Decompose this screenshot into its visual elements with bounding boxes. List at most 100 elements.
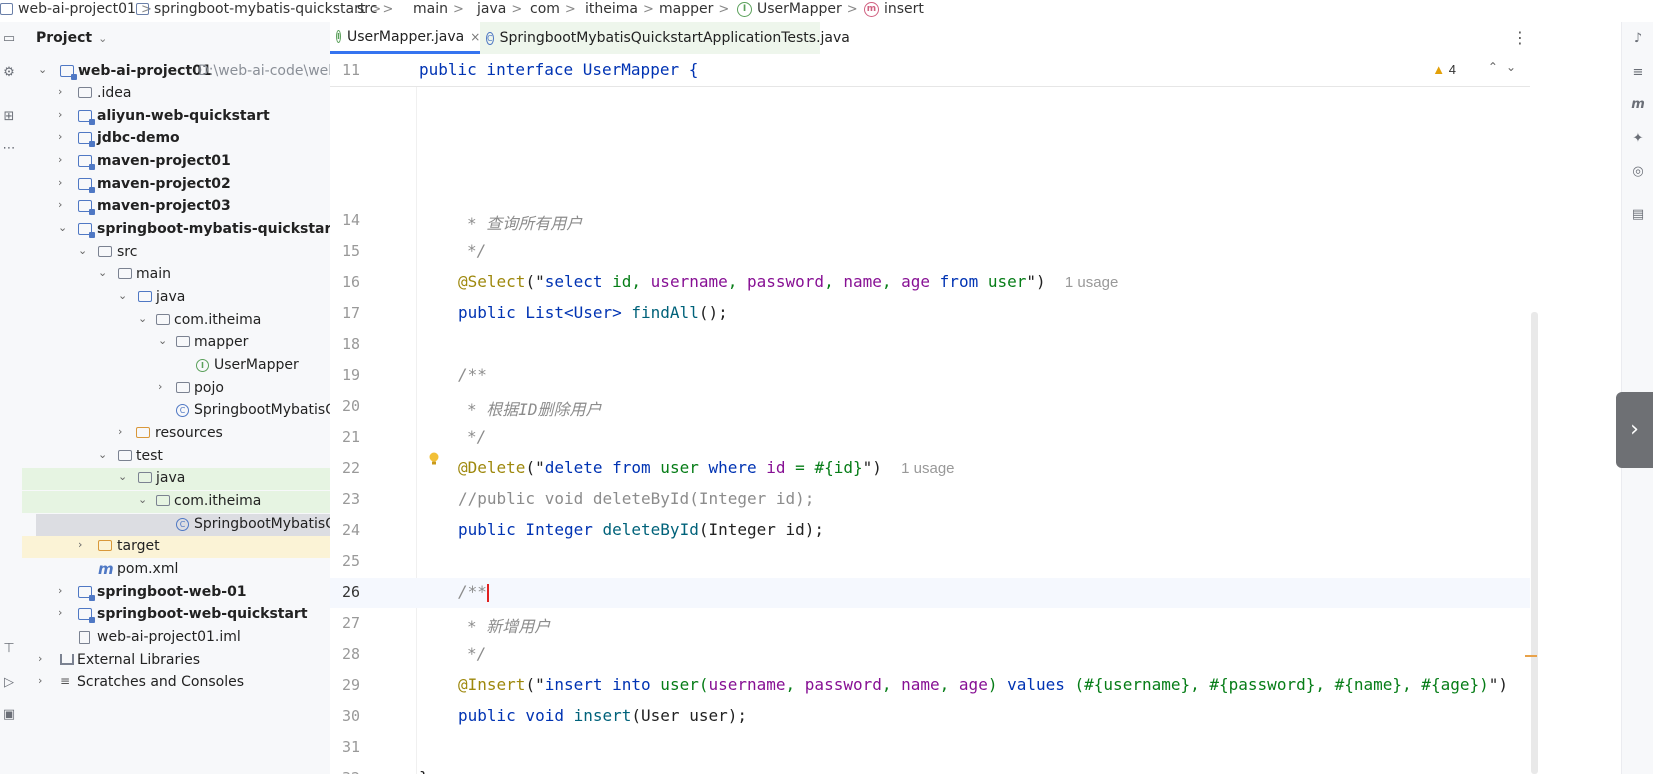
tree-item-test-class[interactable]: C SpringbootMybatisQu — [36, 514, 330, 536]
folder-icon[interactable]: ▭ — [2, 32, 16, 46]
tree-item-pojo[interactable]: › pojo — [22, 378, 330, 400]
copilot-icon[interactable]: ◎ — [1631, 165, 1645, 179]
code-line[interactable]: 18 — [330, 330, 1530, 360]
chevron-right-icon[interactable]: › — [158, 380, 168, 393]
build-icon[interactable]: ⊤ — [2, 642, 16, 656]
usage-hint[interactable]: 1 usage — [901, 460, 954, 477]
chevron-down-icon[interactable]: ⌄ — [78, 244, 88, 257]
tree-item-aliyun-web-quickstart[interactable]: › aliyun-web-quickstart — [22, 106, 330, 128]
breadcrumb-item-module[interactable]: springboot-mybatis-quickstart > — [136, 1, 381, 17]
chevron-down-icon[interactable]: ⌄ — [118, 470, 128, 483]
sticky-scope-header[interactable]: 11 public interface UserMapper { ▲ 4 ⌃⌄ — [330, 54, 1530, 87]
code-editor[interactable]: 14 * 查询所有用户 15 */ 16 @Select("select id,… — [330, 54, 1530, 774]
code-line[interactable]: 29 @Insert("insert into user(username, p… — [330, 671, 1530, 701]
code-line[interactable]: 20 * 根据ID删除用户 — [330, 392, 1530, 422]
chevron-down-icon[interactable]: ⌄ — [98, 448, 108, 461]
chevron-right-icon[interactable]: › — [58, 85, 68, 98]
chevron-right-icon[interactable]: › — [58, 176, 68, 189]
tree-item-resources[interactable]: › resources — [22, 423, 330, 445]
usage-hint[interactable]: 1 usage — [1065, 274, 1118, 291]
tree-item-springboot-web-01[interactable]: › springboot-web-01 — [22, 582, 330, 604]
code-line[interactable]: 25 — [330, 547, 1530, 577]
breadcrumb-item-mapper[interactable]: mapper > — [659, 1, 729, 17]
project-panel-header[interactable]: Project ⌄ — [36, 30, 107, 46]
tree-item-test-java[interactable]: ⌄ java — [22, 468, 330, 490]
code-line[interactable]: 30 public void insert(User user); — [330, 702, 1530, 732]
chevron-down-icon[interactable]: ⌄ — [38, 63, 48, 76]
code-line[interactable]: 31 — [330, 733, 1530, 763]
chevron-right-icon[interactable]: › — [78, 538, 88, 551]
tree-item-scratches[interactable]: › ≡ Scratches and Consoles — [22, 672, 330, 694]
chevron-down-icon[interactable]: ⌄ — [138, 493, 148, 506]
chevron-right-icon[interactable]: › — [38, 674, 48, 687]
breadcrumb-item-usermapper[interactable]: I UserMapper > — [737, 1, 858, 17]
chevron-right-icon[interactable]: › — [118, 425, 128, 438]
chevron-right-icon[interactable]: › — [38, 652, 48, 665]
terminal-icon[interactable]: ▣ — [2, 708, 16, 722]
more-options-icon[interactable]: ⋮ — [1512, 28, 1528, 47]
tree-item-usermapper[interactable]: I UserMapper — [22, 355, 330, 377]
breadcrumb-item-com[interactable]: com > — [530, 1, 576, 17]
tree-item-maven-project01[interactable]: › maven-project01 — [22, 151, 330, 173]
chevron-right-icon[interactable]: › — [58, 198, 68, 211]
warnings-indicator[interactable]: ▲ 4 — [1432, 62, 1456, 77]
chevron-right-icon[interactable]: › — [58, 108, 68, 121]
tree-item-web-ai-project01[interactable]: ⌄ web-ai-project01 D:\web-ai-code\web — [22, 61, 330, 83]
chevron-down-icon[interactable]: ⌄ — [138, 312, 148, 325]
close-icon[interactable]: × — [470, 30, 480, 44]
code-line[interactable]: 17 public List<User> findAll(); — [330, 299, 1530, 329]
chevron-down-icon[interactable]: ⌄ — [98, 266, 108, 279]
code-line[interactable]: 14 * 查询所有用户 — [330, 206, 1530, 236]
settings-icon[interactable]: ⚙ — [2, 66, 16, 80]
breadcrumb-item-java[interactable]: java > — [477, 1, 522, 17]
tree-item-external-libraries[interactable]: › External Libraries — [22, 650, 330, 672]
tree-item-src[interactable]: ⌄ src — [22, 242, 330, 264]
lightbulb-icon[interactable] — [428, 452, 440, 466]
tree-item-java[interactable]: ⌄ java — [22, 287, 330, 309]
chevron-down-icon[interactable]: ⌄ — [118, 289, 128, 302]
code-line[interactable]: 32 } — [330, 764, 1530, 774]
code-line[interactable]: 15 */ — [330, 237, 1530, 267]
tree-item-com-itheima[interactable]: ⌄ com.itheima — [22, 310, 330, 332]
breadcrumb-item-src[interactable]: src > — [357, 1, 393, 17]
tree-item-maven-project03[interactable]: › maven-project03 — [22, 196, 330, 218]
code-line[interactable]: 21 */ — [330, 423, 1530, 453]
tree-item-target[interactable]: › target — [22, 536, 330, 558]
tree-item-springboot-mybatis-quickstart[interactable]: ⌄ springboot-mybatis-quickstart — [22, 219, 330, 241]
structure-icon[interactable]: ⊞ — [2, 110, 16, 124]
chevron-right-icon[interactable]: › — [1616, 392, 1653, 468]
maven-icon[interactable]: m — [1631, 98, 1645, 112]
scrollbar-thumb[interactable] — [1531, 312, 1538, 774]
tree-item-test[interactable]: ⌄ test — [22, 446, 330, 468]
tree-item-jdbc-demo[interactable]: › jdbc-demo — [22, 128, 330, 150]
bookmark-icon[interactable]: ▤ — [1631, 208, 1645, 222]
chevron-right-icon[interactable]: › — [58, 584, 68, 597]
code-line[interactable]: 24 public Integer deleteById(Integer id)… — [330, 516, 1530, 546]
tree-item-maven-project02[interactable]: › maven-project02 — [22, 174, 330, 196]
tree-item-springboot-web-quickstart[interactable]: › springboot-web-quickstart — [22, 604, 330, 626]
breadcrumb-item-insert[interactable]: m insert — [864, 1, 924, 17]
code-line[interactable]: 22 @Delete("delete from user where id = … — [330, 454, 1530, 484]
run-icon[interactable]: ▷ — [2, 676, 16, 690]
tree-item-test-com-itheima[interactable]: ⌄ com.itheima — [22, 491, 330, 513]
chevron-down-icon[interactable]: ⌄ — [58, 221, 68, 234]
chevron-down-icon[interactable]: ⌄ — [158, 334, 168, 347]
tab-application-tests[interactable]: C SpringbootMybatisQuickstartApplication… — [480, 22, 850, 54]
code-line[interactable]: 28 */ — [330, 640, 1530, 670]
database-icon[interactable]: ≡ — [1631, 66, 1645, 80]
tree-item-iml-file[interactable]: web-ai-project01.iml — [22, 627, 330, 649]
tab-usermapper[interactable]: I UserMapper.java × — [330, 22, 480, 54]
tree-item-pom-xml[interactable]: m pom.xml — [22, 559, 330, 581]
breadcrumb-item-main[interactable]: main > — [413, 1, 464, 17]
chevron-right-icon[interactable]: › — [58, 130, 68, 143]
code-line[interactable]: 23 //public void deleteById(Integer id); — [330, 485, 1530, 515]
notifications-icon[interactable]: ♪ — [1631, 32, 1645, 46]
tree-item-idea[interactable]: › .idea — [22, 83, 330, 105]
navigate-problems[interactable]: ⌃⌄ — [1488, 60, 1524, 74]
code-line[interactable]: 16 @Select("select id, username, passwor… — [330, 268, 1530, 298]
chevron-right-icon[interactable]: › — [58, 153, 68, 166]
ai-assistant-icon[interactable]: ✦ — [1631, 132, 1645, 146]
tree-item-application-class[interactable]: C SpringbootMybatisQu — [22, 400, 330, 422]
code-line[interactable]: 27 * 新增用户 — [330, 609, 1530, 639]
breadcrumb-item-itheima[interactable]: itheima > — [585, 1, 654, 17]
